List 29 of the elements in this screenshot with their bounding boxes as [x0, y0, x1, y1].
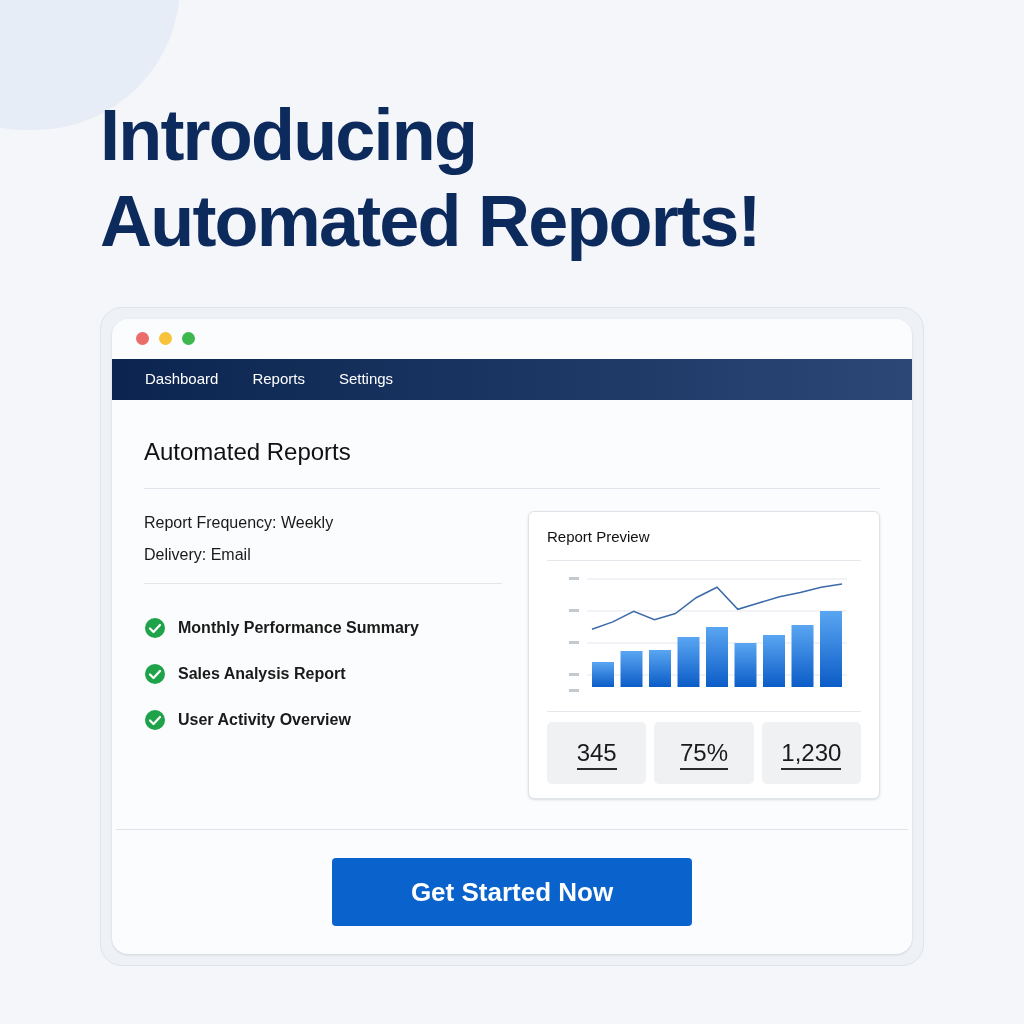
- blurred-tick-label: [569, 577, 579, 581]
- blurred-tick-label: [569, 641, 579, 645]
- nav-item[interactable]: Settings: [338, 368, 394, 391]
- setting-text: Delivery: Email: [144, 544, 252, 565]
- chart-bar: [620, 651, 643, 688]
- stat-value: 345: [576, 736, 617, 770]
- blurred-tick-label: [569, 673, 579, 677]
- chart-bar: [791, 625, 814, 688]
- report-name: User Activity Overview: [178, 709, 351, 730]
- stat-value: 75%: [679, 736, 728, 770]
- chart-bar: [706, 627, 728, 688]
- chart-bar: [592, 662, 614, 688]
- get-started-button[interactable]: Get Started Now: [332, 858, 692, 927]
- chart-bar: [649, 650, 671, 688]
- chart-bar: [677, 637, 700, 688]
- stat-value: 1,230: [781, 736, 842, 770]
- setting-text: Report Frequency: Weekly: [144, 512, 335, 533]
- blurred-tick-label: [569, 689, 579, 693]
- nav-item[interactable]: Reports: [252, 368, 305, 391]
- blurred-tick-label: [569, 609, 579, 613]
- nav-item[interactable]: Dashboard: [145, 368, 219, 391]
- chart-bar: [763, 635, 785, 688]
- page-title: Automated Reports: [144, 433, 880, 489]
- chart-bar: [734, 643, 757, 688]
- headline-line: Automated Reports!: [100, 180, 761, 264]
- report-name: Monthly Performance Summary: [178, 617, 419, 638]
- headline-line: Introducing: [100, 94, 478, 177]
- preview-title: Report Preview: [547, 525, 861, 562]
- report-name: Sales Analysis Report: [178, 663, 346, 684]
